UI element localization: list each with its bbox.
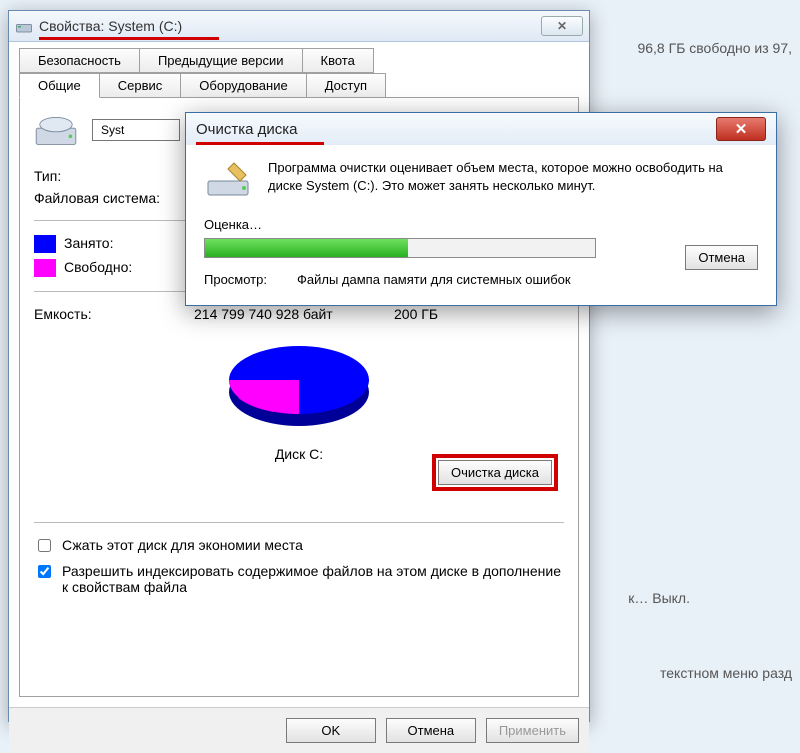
cleanup-cancel-button[interactable]: Отмена: [685, 245, 758, 270]
usage-pie-chart: [214, 330, 384, 440]
index-checkbox[interactable]: [38, 565, 51, 578]
index-label: Разрешить индексировать содержимое файло…: [62, 563, 564, 595]
cancel-button[interactable]: Отмена: [386, 718, 476, 743]
separator: [34, 522, 564, 523]
index-checkbox-row[interactable]: Разрешить индексировать содержимое файло…: [34, 563, 564, 595]
tab-tools[interactable]: Сервис: [99, 73, 182, 98]
ok-button[interactable]: OK: [286, 718, 376, 743]
view-value: Файлы дампа памяти для системных ошибок: [297, 272, 571, 287]
used-swatch: [34, 235, 56, 253]
used-label: Занято:: [64, 235, 114, 253]
close-icon: ✕: [735, 120, 748, 138]
bg-status: к… Выкл.: [628, 590, 690, 606]
compress-checkbox-row[interactable]: Сжать этот диск для экономии места: [34, 537, 564, 555]
tab-security[interactable]: Безопасность: [19, 48, 140, 73]
properties-title: Свойства: System (C:): [39, 18, 182, 34]
drive-name-input[interactable]: Syst: [92, 119, 180, 141]
free-label: Свободно:: [64, 259, 132, 277]
disk-cleanup-button[interactable]: Очистка диска: [438, 460, 552, 485]
tab-general[interactable]: Общие: [19, 73, 100, 98]
drive-properties-icon: [15, 17, 33, 35]
tab-quota[interactable]: Квота: [302, 48, 374, 73]
cleanup-progress-dialog: Очистка диска ✕ Программа очистки оценив…: [185, 112, 777, 306]
progress-fill: [205, 239, 408, 257]
progress-bar: [204, 238, 596, 258]
progress-label: Оценка…: [204, 217, 758, 232]
capacity-bytes: 214 799 740 928 байт: [194, 306, 394, 322]
cleanup-title: Очистка диска: [196, 121, 298, 138]
capacity-label: Емкость:: [34, 306, 194, 322]
tab-hardware[interactable]: Оборудование: [180, 73, 306, 98]
tab-previous-versions[interactable]: Предыдущие версии: [139, 48, 303, 73]
bg-context-menu: текстном меню разд: [660, 665, 792, 681]
view-label: Просмотр:: [204, 272, 267, 287]
tab-sharing[interactable]: Доступ: [306, 73, 386, 98]
properties-titlebar: Свойства: System (C:) ✕: [9, 11, 589, 42]
cleanup-close-button[interactable]: ✕: [716, 117, 766, 141]
drive-icon: [34, 112, 78, 148]
title-highlight: [39, 37, 219, 40]
dialog-button-row: OK Отмена Применить: [9, 707, 589, 753]
compress-checkbox[interactable]: [38, 539, 51, 552]
tabs-container: Безопасность Предыдущие версии Квота Общ…: [9, 42, 589, 98]
bg-free-space: 96,8 ГБ свободно из 97,: [637, 40, 792, 56]
properties-close-button[interactable]: ✕: [541, 16, 583, 36]
cleanup-broom-icon: [204, 159, 252, 199]
cleanup-description: Программа очистки оценивает объем места,…: [268, 159, 758, 199]
free-swatch: [34, 259, 56, 277]
filesystem-label: Файловая система:: [34, 190, 194, 206]
cleanup-button-highlight: Очистка диска: [432, 454, 558, 491]
capacity-gb: 200 ГБ: [394, 306, 474, 322]
close-icon: ✕: [557, 19, 567, 33]
compress-label: Сжать этот диск для экономии места: [62, 537, 303, 553]
apply-button[interactable]: Применить: [486, 718, 579, 743]
cleanup-titlebar: Очистка диска ✕: [186, 113, 776, 145]
type-label: Тип:: [34, 168, 194, 184]
